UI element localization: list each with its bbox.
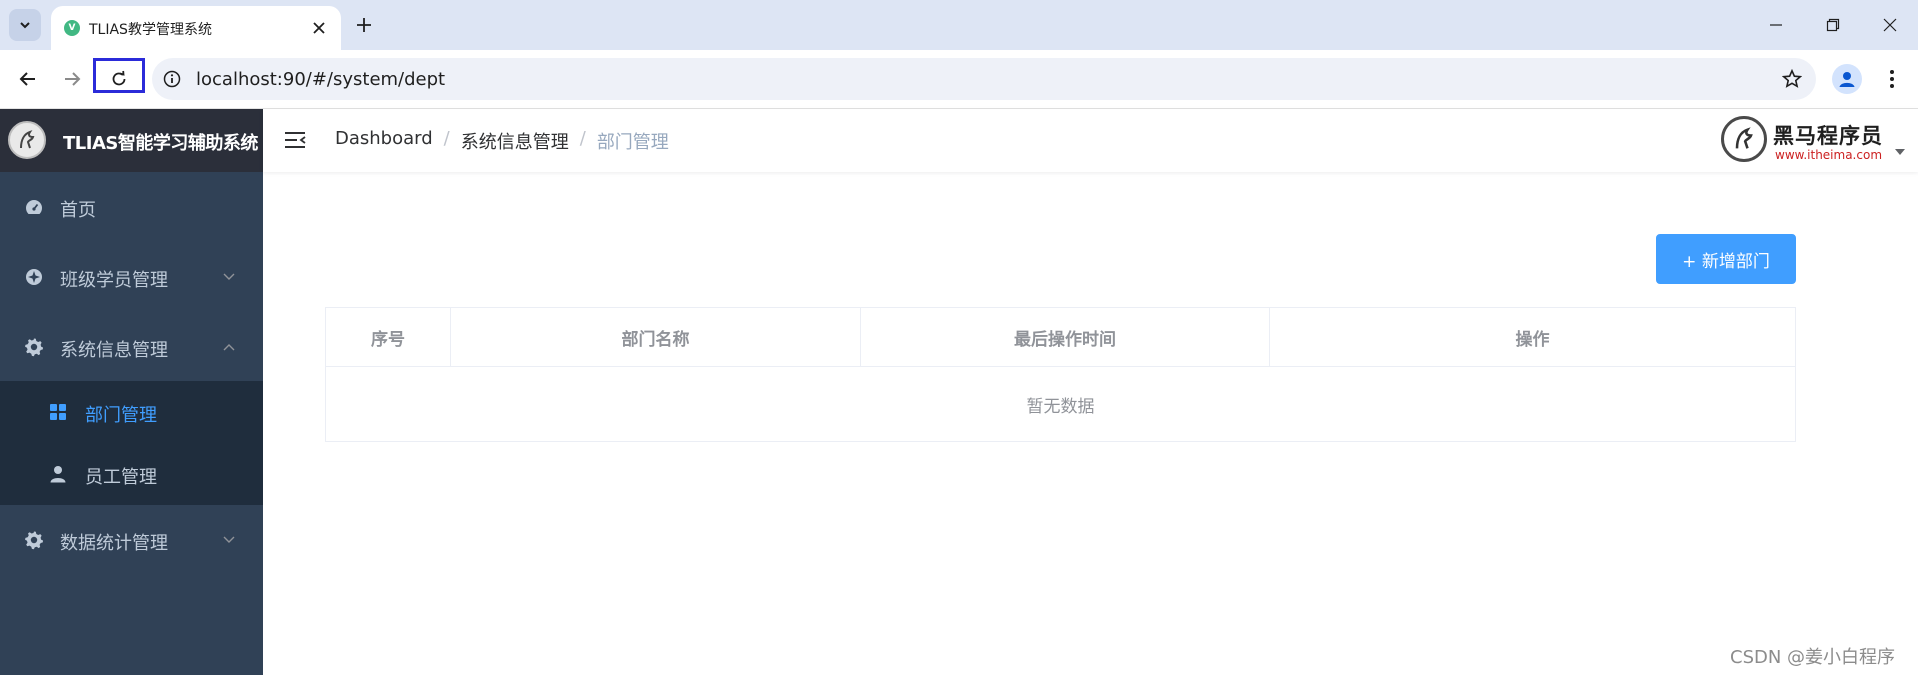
horse-logo-icon bbox=[8, 121, 46, 159]
app-navbar: Dashboard / 系统信息管理 / 部门管理 黑马程序员 www.ithe… bbox=[263, 109, 1918, 172]
sidebar-item-data-stats[interactable]: 数据统计管理 bbox=[0, 505, 263, 575]
sidebar-item-department[interactable]: 部门管理 bbox=[0, 381, 263, 443]
minimize-icon bbox=[1770, 24, 1782, 26]
brand-title: TLIAS智能学习辅助系统 bbox=[63, 133, 258, 154]
breadcrumb-item-dashboard[interactable]: Dashboard bbox=[335, 128, 433, 154]
reload-button[interactable] bbox=[104, 64, 134, 94]
compass-icon bbox=[24, 267, 44, 287]
minimize-button[interactable] bbox=[1763, 12, 1789, 38]
user-icon bbox=[48, 464, 68, 484]
caret-down-icon[interactable] bbox=[1895, 148, 1905, 156]
browser-tab[interactable]: V TLIAS教学管理系统 bbox=[51, 6, 341, 50]
corp-url: www.itheima.com bbox=[1775, 148, 1883, 162]
corp-name: 黑马程序员 bbox=[1773, 124, 1883, 148]
gear-icon bbox=[24, 530, 44, 550]
sidebar-item-label: 首页 bbox=[60, 200, 96, 221]
column-header-actions: 操作 bbox=[1270, 308, 1795, 367]
sidebar-item-class-student[interactable]: 班级学员管理 bbox=[0, 242, 263, 312]
vue-favicon-icon: V bbox=[64, 20, 80, 36]
grid-icon bbox=[48, 402, 68, 422]
dashboard-icon bbox=[24, 197, 44, 217]
add-department-button[interactable]: + 新增部门 bbox=[1656, 234, 1796, 284]
favicon-letter: V bbox=[68, 23, 76, 33]
breadcrumb-separator: / bbox=[443, 128, 450, 149]
back-button[interactable] bbox=[13, 64, 43, 94]
sidebar-brand[interactable]: TLIAS智能学习辅助系统 bbox=[0, 109, 263, 172]
sidebar: TLIAS智能学习辅助系统 首页 班级学员管理 系统信息管理 部门管理 员工管理… bbox=[0, 109, 263, 675]
profile-button[interactable] bbox=[1832, 64, 1862, 94]
address-bar[interactable]: localhost:90/#/system/dept bbox=[152, 58, 1816, 100]
profile-icon bbox=[1839, 72, 1855, 87]
sidebar-item-label: 班级学员管理 bbox=[60, 270, 168, 291]
column-header-dept-name: 部门名称 bbox=[451, 308, 861, 367]
restore-icon bbox=[1826, 18, 1840, 32]
sidebar-item-system-info[interactable]: 系统信息管理 bbox=[0, 312, 263, 382]
close-icon bbox=[313, 22, 325, 34]
tab-title: TLIAS教学管理系统 bbox=[89, 22, 212, 38]
sidebar-item-label: 员工管理 bbox=[85, 467, 157, 488]
gear-icon bbox=[24, 337, 44, 357]
more-vertical-icon bbox=[1890, 70, 1894, 88]
table-empty-text: 暂无数据 bbox=[1026, 396, 1095, 417]
tab-search-button[interactable] bbox=[9, 9, 41, 41]
sidebar-item-label: 数据统计管理 bbox=[60, 533, 168, 554]
breadcrumb-separator: / bbox=[579, 128, 586, 149]
close-window-button[interactable] bbox=[1877, 12, 1903, 38]
user-avatar-logo[interactable]: 黑马程序员 www.itheima.com bbox=[1721, 114, 1893, 166]
sidebar-item-label: 系统信息管理 bbox=[60, 340, 168, 361]
menu-fold-icon bbox=[285, 132, 306, 148]
browser-toolbar: localhost:90/#/system/dept bbox=[0, 50, 1918, 109]
plus-icon bbox=[357, 18, 371, 32]
horse-logo-icon bbox=[1721, 116, 1767, 162]
breadcrumb-item-current: 部门管理 bbox=[596, 132, 669, 153]
restore-button[interactable] bbox=[1820, 12, 1846, 38]
forward-button[interactable] bbox=[57, 64, 87, 94]
sidebar-toggle-button[interactable] bbox=[283, 128, 307, 152]
breadcrumb-item-system-info[interactable]: 系统信息管理 bbox=[461, 128, 569, 154]
bookmark-button[interactable] bbox=[1780, 67, 1804, 91]
browser-tab-bar: V TLIAS教学管理系统 bbox=[0, 0, 1918, 50]
submenu-system-info: 部门管理 员工管理 bbox=[0, 381, 263, 505]
sidebar-item-home[interactable]: 首页 bbox=[0, 172, 263, 242]
breadcrumb: Dashboard / 系统信息管理 / 部门管理 bbox=[335, 128, 669, 154]
chevron-down-icon bbox=[222, 533, 236, 547]
close-icon bbox=[1883, 18, 1897, 32]
star-icon bbox=[1782, 69, 1802, 88]
chevron-down-icon bbox=[20, 22, 30, 29]
column-header-index: 序号 bbox=[326, 308, 451, 367]
watermark: CSDN @姜小白程序 bbox=[1730, 647, 1896, 668]
site-info-icon[interactable] bbox=[162, 69, 182, 89]
tab-close-button[interactable] bbox=[309, 18, 329, 38]
chevron-up-icon bbox=[222, 340, 236, 354]
url-text[interactable]: localhost:90/#/system/dept bbox=[196, 69, 445, 90]
arrow-left-icon bbox=[19, 72, 35, 86]
sidebar-item-employee[interactable]: 员工管理 bbox=[0, 443, 263, 505]
browser-menu-button[interactable] bbox=[1877, 64, 1907, 94]
arrow-right-icon bbox=[65, 72, 81, 86]
department-table: 序号 部门名称 最后操作时间 操作 暂无数据 bbox=[325, 307, 1796, 442]
chevron-down-icon bbox=[222, 270, 236, 284]
new-tab-button[interactable] bbox=[352, 13, 376, 37]
sidebar-item-label: 部门管理 bbox=[85, 405, 157, 426]
column-header-update-time: 最后操作时间 bbox=[861, 308, 1270, 367]
reload-icon bbox=[112, 70, 126, 86]
